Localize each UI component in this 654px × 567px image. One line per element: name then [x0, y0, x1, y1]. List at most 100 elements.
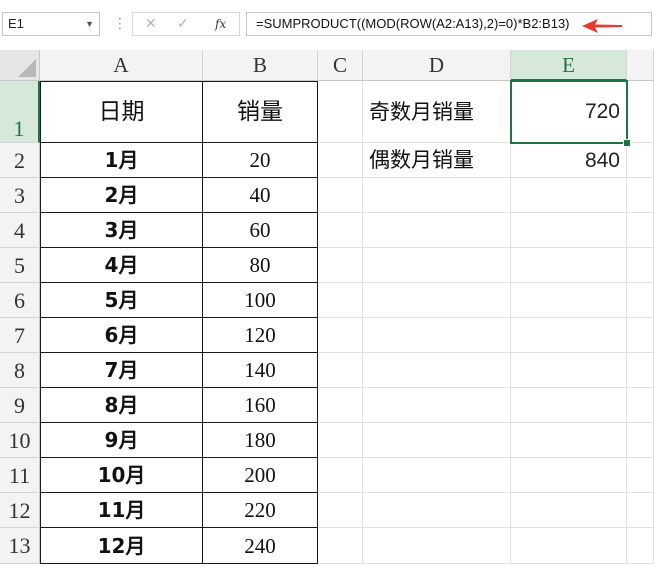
- cell-d10[interactable]: [363, 423, 511, 458]
- cell-a7[interactable]: 6月: [40, 318, 203, 353]
- cell-d2[interactable]: 偶数月销量: [363, 143, 511, 178]
- row-header-10[interactable]: 10: [0, 423, 40, 458]
- cell-b8[interactable]: 140: [203, 353, 318, 388]
- cell-e4[interactable]: [511, 213, 627, 248]
- cell-f11[interactable]: [627, 458, 654, 493]
- cell-f4[interactable]: [627, 213, 654, 248]
- cell-b5[interactable]: 80: [203, 248, 318, 283]
- row-header-6[interactable]: 6: [0, 283, 40, 318]
- cell-c8[interactable]: [318, 353, 363, 388]
- cell-d13[interactable]: [363, 528, 511, 564]
- insert-function-icon[interactable]: fx: [215, 13, 226, 35]
- cell-a2[interactable]: 1月: [40, 143, 203, 178]
- row-header-11[interactable]: 11: [0, 458, 40, 493]
- fill-handle[interactable]: [623, 139, 631, 147]
- row-header-9[interactable]: 9: [0, 388, 40, 423]
- name-box[interactable]: E1 ▼: [2, 12, 100, 36]
- cell-a4[interactable]: 3月: [40, 213, 203, 248]
- cell-c10[interactable]: [318, 423, 363, 458]
- cell-e6[interactable]: [511, 283, 627, 318]
- cell-f2[interactable]: [627, 143, 654, 178]
- cell-a5[interactable]: 4月: [40, 248, 203, 283]
- cell-e10[interactable]: [511, 423, 627, 458]
- cell-e12[interactable]: [511, 493, 627, 528]
- cell-e11[interactable]: [511, 458, 627, 493]
- cell-d1[interactable]: 奇数月销量: [363, 81, 511, 143]
- cell-b11[interactable]: 200: [203, 458, 318, 493]
- cell-c6[interactable]: [318, 283, 363, 318]
- cell-d9[interactable]: [363, 388, 511, 423]
- cell-c2[interactable]: [318, 143, 363, 178]
- cell-a9[interactable]: 8月: [40, 388, 203, 423]
- cell-f1[interactable]: [627, 81, 654, 143]
- cell-b10[interactable]: 180: [203, 423, 318, 458]
- row-header-4[interactable]: 4: [0, 213, 40, 248]
- cell-c9[interactable]: [318, 388, 363, 423]
- row-header-1[interactable]: 1: [0, 81, 40, 143]
- cell-c3[interactable]: [318, 178, 363, 213]
- row-header-7[interactable]: 7: [0, 318, 40, 353]
- select-all-button[interactable]: [0, 50, 40, 81]
- row-header-12[interactable]: 12: [0, 493, 40, 528]
- check-icon[interactable]: ✓: [177, 13, 189, 35]
- cell-e3[interactable]: [511, 178, 627, 213]
- cell-b7[interactable]: 120: [203, 318, 318, 353]
- cell-a11[interactable]: 10月: [40, 458, 203, 493]
- cell-d11[interactable]: [363, 458, 511, 493]
- cell-f8[interactable]: [627, 353, 654, 388]
- column-header-b[interactable]: B: [203, 50, 318, 81]
- cell-b13[interactable]: 240: [203, 528, 318, 564]
- column-header-c[interactable]: C: [318, 50, 363, 81]
- column-header-e[interactable]: E: [511, 50, 627, 81]
- cell-a13[interactable]: 12月: [40, 528, 203, 564]
- row-header-2[interactable]: 2: [0, 143, 40, 178]
- cell-e1[interactable]: 720: [511, 81, 627, 143]
- cell-c11[interactable]: [318, 458, 363, 493]
- column-header-d[interactable]: D: [363, 50, 511, 81]
- cell-f6[interactable]: [627, 283, 654, 318]
- cell-a8[interactable]: 7月: [40, 353, 203, 388]
- cell-e7[interactable]: [511, 318, 627, 353]
- cell-e13[interactable]: [511, 528, 627, 564]
- column-header-f[interactable]: [627, 50, 654, 81]
- cell-b9[interactable]: 160: [203, 388, 318, 423]
- cell-c4[interactable]: [318, 213, 363, 248]
- cell-c13[interactable]: [318, 528, 363, 564]
- cell-f5[interactable]: [627, 248, 654, 283]
- cell-e9[interactable]: [511, 388, 627, 423]
- cell-a10[interactable]: 9月: [40, 423, 203, 458]
- cell-f9[interactable]: [627, 388, 654, 423]
- cell-a3[interactable]: 2月: [40, 178, 203, 213]
- cell-a1[interactable]: 日期: [40, 81, 203, 143]
- cell-a6[interactable]: 5月: [40, 283, 203, 318]
- cancel-icon[interactable]: ✕: [145, 13, 157, 35]
- cell-d8[interactable]: [363, 353, 511, 388]
- cell-b3[interactable]: 40: [203, 178, 318, 213]
- cell-d7[interactable]: [363, 318, 511, 353]
- cell-f3[interactable]: [627, 178, 654, 213]
- cell-d5[interactable]: [363, 248, 511, 283]
- more-vertical-icon[interactable]: ⋮: [113, 14, 127, 34]
- chevron-down-icon[interactable]: ▼: [85, 13, 94, 35]
- cell-f12[interactable]: [627, 493, 654, 528]
- cell-e5[interactable]: [511, 248, 627, 283]
- cell-d4[interactable]: [363, 213, 511, 248]
- cell-b4[interactable]: 60: [203, 213, 318, 248]
- cell-e2[interactable]: 840: [511, 143, 627, 178]
- cell-c1[interactable]: [318, 81, 363, 143]
- cell-f7[interactable]: [627, 318, 654, 353]
- cell-d12[interactable]: [363, 493, 511, 528]
- cell-b6[interactable]: 100: [203, 283, 318, 318]
- cell-b2[interactable]: 20: [203, 143, 318, 178]
- cell-c5[interactable]: [318, 248, 363, 283]
- cell-c12[interactable]: [318, 493, 363, 528]
- column-header-a[interactable]: A: [40, 50, 203, 81]
- cell-d3[interactable]: [363, 178, 511, 213]
- cell-b12[interactable]: 220: [203, 493, 318, 528]
- row-header-13[interactable]: 13: [0, 528, 40, 564]
- row-header-8[interactable]: 8: [0, 353, 40, 388]
- cell-a12[interactable]: 11月: [40, 493, 203, 528]
- cell-b1[interactable]: 销量: [203, 81, 318, 143]
- cell-f13[interactable]: [627, 528, 654, 564]
- cell-c7[interactable]: [318, 318, 363, 353]
